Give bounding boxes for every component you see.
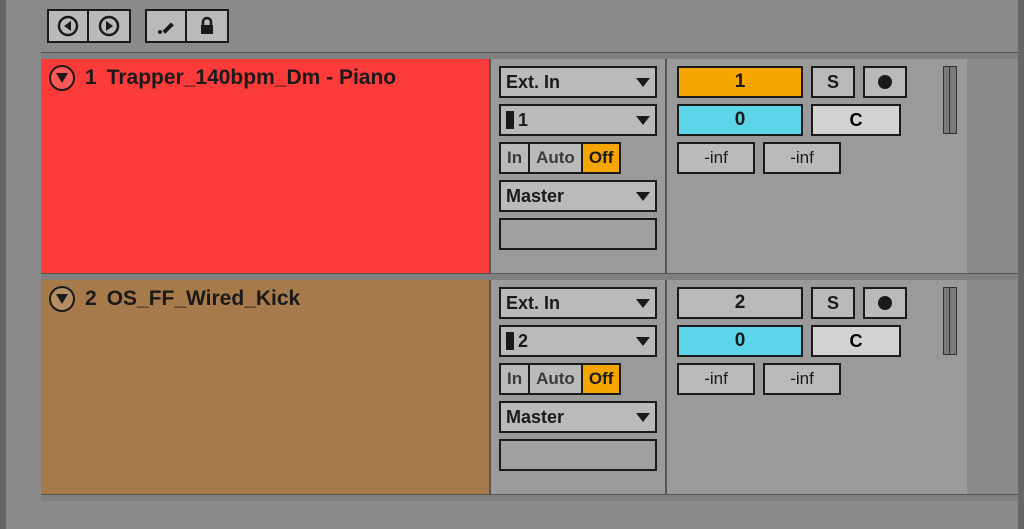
monitor-row: In Auto Off: [499, 363, 657, 395]
io-section: Ext. In 2 In Auto Off Master: [491, 280, 667, 494]
track-activator-button[interactable]: 1: [677, 66, 803, 98]
chevron-down-icon: [636, 192, 650, 201]
chevron-down-icon: [636, 299, 650, 308]
send-a-value[interactable]: -inf: [677, 363, 755, 395]
level-meter: [943, 287, 957, 355]
chevron-down-icon: [636, 78, 650, 87]
track-activator-button[interactable]: 2: [677, 287, 803, 319]
output-dropdown[interactable]: Master: [499, 401, 657, 433]
chevron-down-icon: [636, 413, 650, 422]
fold-icon[interactable]: [49, 65, 75, 91]
lock-icon[interactable]: [187, 11, 227, 41]
input-type-dropdown[interactable]: Ext. In: [499, 287, 657, 319]
cue-button[interactable]: C: [811, 325, 901, 357]
monitor-in-button[interactable]: In: [499, 363, 530, 395]
track-name: OS_FF_Wired_Kick: [107, 287, 301, 311]
mixer-section: 2 S 0 C -inf -inf: [667, 280, 967, 494]
draw-lock-buttons: [145, 9, 229, 43]
track-row: 1 Trapper_140bpm_Dm - Piano Ext. In 1 In…: [41, 59, 1018, 273]
track-number: 1: [85, 66, 97, 90]
history-buttons: [47, 9, 131, 43]
record-arm-button[interactable]: [863, 287, 907, 319]
output-label: Master: [506, 186, 564, 207]
monitor-off-button[interactable]: Off: [581, 363, 622, 395]
input-type-dropdown[interactable]: Ext. In: [499, 66, 657, 98]
input-channel-label: 2: [518, 331, 528, 352]
cue-button[interactable]: C: [811, 104, 901, 136]
output-channel-dropdown[interactable]: [499, 218, 657, 250]
pan-value[interactable]: 0: [677, 325, 803, 357]
monitor-off-button[interactable]: Off: [581, 142, 622, 174]
input-type-label: Ext. In: [506, 72, 560, 93]
mixer-section: 1 S 0 C -inf -inf: [667, 59, 967, 273]
monitor-auto-button[interactable]: Auto: [528, 363, 583, 395]
track-row: 2 OS_FF_Wired_Kick Ext. In 2 In Auto Off: [41, 280, 1018, 494]
back-button[interactable]: [49, 11, 89, 41]
solo-button[interactable]: S: [811, 287, 855, 319]
send-b-value[interactable]: -inf: [763, 142, 841, 174]
monitor-auto-button[interactable]: Auto: [528, 142, 583, 174]
record-icon: [878, 296, 892, 310]
input-channel-label: 1: [518, 110, 528, 131]
track-header[interactable]: 1 Trapper_140bpm_Dm - Piano: [41, 59, 491, 273]
input-channel-dropdown[interactable]: 1: [499, 104, 657, 136]
track-header[interactable]: 2 OS_FF_Wired_Kick: [41, 280, 491, 494]
input-channel-dropdown[interactable]: 2: [499, 325, 657, 357]
track-name: Trapper_140bpm_Dm - Piano: [107, 66, 396, 90]
record-icon: [878, 75, 892, 89]
output-label: Master: [506, 407, 564, 428]
monitor-in-button[interactable]: In: [499, 142, 530, 174]
pencil-icon[interactable]: [147, 11, 187, 41]
level-meter: [943, 66, 957, 134]
input-type-label: Ext. In: [506, 293, 560, 314]
topbar: [41, 0, 1018, 52]
send-b-value[interactable]: -inf: [763, 363, 841, 395]
output-dropdown[interactable]: Master: [499, 180, 657, 212]
pan-value[interactable]: 0: [677, 104, 803, 136]
chevron-down-icon: [636, 116, 650, 125]
output-channel-dropdown[interactable]: [499, 439, 657, 471]
forward-button[interactable]: [89, 11, 129, 41]
send-a-value[interactable]: -inf: [677, 142, 755, 174]
record-arm-button[interactable]: [863, 66, 907, 98]
solo-button[interactable]: S: [811, 66, 855, 98]
track-number: 2: [85, 287, 97, 311]
fold-icon[interactable]: [49, 286, 75, 312]
io-section: Ext. In 1 In Auto Off Master: [491, 59, 667, 273]
chevron-down-icon: [636, 337, 650, 346]
monitor-row: In Auto Off: [499, 142, 657, 174]
